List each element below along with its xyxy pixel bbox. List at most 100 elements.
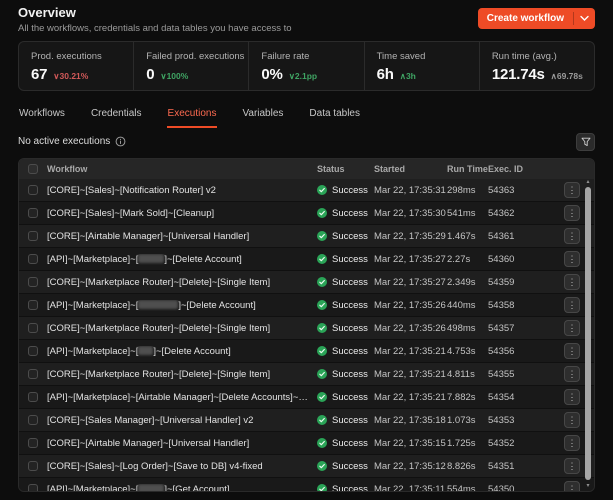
success-icon xyxy=(317,369,327,379)
scrollbar-up-arrow[interactable]: ▴ xyxy=(584,179,592,185)
row-menu-button[interactable]: ⋮ xyxy=(564,458,580,474)
row-checkbox[interactable] xyxy=(28,277,38,287)
status-badge: Success xyxy=(317,438,374,449)
table-row[interactable]: [CORE]~[Marketplace Router]~[Delete]~[Si… xyxy=(19,362,594,385)
row-checkbox[interactable] xyxy=(28,254,38,264)
status-badge: Success xyxy=(317,484,374,493)
row-checkbox[interactable] xyxy=(28,461,38,471)
success-icon xyxy=(317,415,327,425)
stat-label: Run time (avg.) xyxy=(492,51,582,62)
header-checkbox-cell xyxy=(19,164,47,174)
scrollbar-thumb[interactable] xyxy=(585,187,591,480)
row-checkbox[interactable] xyxy=(28,438,38,448)
create-workflow-button[interactable]: Create workflow xyxy=(478,8,595,29)
row-checkbox[interactable] xyxy=(28,392,38,402)
tab-data-tables[interactable]: Data tables xyxy=(308,108,361,128)
tab-executions[interactable]: Executions xyxy=(167,108,218,128)
exec-id: 54362 xyxy=(488,208,528,219)
exec-id: 54363 xyxy=(488,185,528,196)
run-time: 1.467s xyxy=(447,231,488,242)
status-text: Success xyxy=(332,185,368,196)
table-row[interactable]: [CORE]~[Sales]~[Notification Router] v2 … xyxy=(19,179,594,201)
tab-workflows[interactable]: Workflows xyxy=(18,108,66,128)
row-menu-button[interactable]: ⋮ xyxy=(564,274,580,290)
row-menu-button[interactable]: ⋮ xyxy=(564,343,580,359)
row-menu-button[interactable]: ⋮ xyxy=(564,182,580,198)
row-menu-button[interactable]: ⋮ xyxy=(564,366,580,382)
run-time: 298ms xyxy=(447,185,488,196)
table-scrollbar[interactable]: ▴ ▾ xyxy=(584,179,592,489)
status-text: Success xyxy=(332,461,368,472)
table-row[interactable]: [API]~[Marketplace]~[]~[Get Account] Suc… xyxy=(19,477,594,492)
status-text: Success xyxy=(332,254,368,265)
row-checkbox-cell xyxy=(19,392,47,402)
row-checkbox[interactable] xyxy=(28,208,38,218)
select-all-checkbox[interactable] xyxy=(28,164,38,174)
table-row[interactable]: [CORE]~[Sales]~[Log Order]~[Save to DB] … xyxy=(19,454,594,477)
row-checkbox-cell xyxy=(19,254,47,264)
started-time: Mar 22, 17:35:15 xyxy=(374,438,447,449)
workflow-name: [API]~[Marketplace]~[Airtable Manager]~[… xyxy=(47,392,317,403)
row-checkbox-cell xyxy=(19,461,47,471)
stats-bar: Prod. executions 67 ∨30.21% Failed prod.… xyxy=(18,41,595,91)
table-row[interactable]: [API]~[Marketplace]~[Airtable Manager]~[… xyxy=(19,385,594,408)
row-checkbox-cell xyxy=(19,300,47,310)
exec-id: 54358 xyxy=(488,300,528,311)
create-workflow-label[interactable]: Create workflow xyxy=(478,13,573,24)
run-time: 8.826s xyxy=(447,461,488,472)
row-menu-button[interactable]: ⋮ xyxy=(564,320,580,336)
row-checkbox[interactable] xyxy=(28,369,38,379)
row-checkbox[interactable] xyxy=(28,231,38,241)
success-icon xyxy=(317,185,327,195)
table-row[interactable]: [CORE]~[Marketplace Router]~[Delete]~[Si… xyxy=(19,316,594,339)
row-checkbox[interactable] xyxy=(28,185,38,195)
row-checkbox[interactable] xyxy=(28,484,38,492)
active-executions-text: No active executions xyxy=(18,136,110,147)
stat-card: Run time (avg.) 121.74s ∧69.78s xyxy=(479,42,594,90)
filter-button[interactable] xyxy=(576,133,595,151)
table-row[interactable]: [CORE]~[Airtable Manager]~[Universal Han… xyxy=(19,224,594,247)
create-workflow-dropdown[interactable] xyxy=(574,15,595,22)
exec-id: 54353 xyxy=(488,415,528,426)
status-text: Success xyxy=(332,438,368,449)
row-menu-button[interactable]: ⋮ xyxy=(564,389,580,405)
status-text: Success xyxy=(332,484,368,493)
exec-id: 54354 xyxy=(488,392,528,403)
exec-id: 54360 xyxy=(488,254,528,265)
row-checkbox[interactable] xyxy=(28,323,38,333)
row-menu-button[interactable]: ⋮ xyxy=(564,481,580,492)
table-row[interactable]: [CORE]~[Sales]~[Mark Sold]~[Cleanup] Suc… xyxy=(19,201,594,224)
column-header-workflow: Workflow xyxy=(47,164,317,174)
table-row[interactable]: [CORE]~[Marketplace Router]~[Delete]~[Si… xyxy=(19,270,594,293)
redacted-text xyxy=(138,300,178,309)
table-row[interactable]: [API]~[Marketplace]~[]~[Delete Account] … xyxy=(19,293,594,316)
started-time: Mar 22, 17:35:27 xyxy=(374,277,447,288)
workflow-name: [CORE]~[Airtable Manager]~[Universal Han… xyxy=(47,231,317,242)
status-badge: Success xyxy=(317,346,374,357)
success-icon xyxy=(317,346,327,356)
page-title: Overview xyxy=(18,5,292,20)
row-checkbox[interactable] xyxy=(28,346,38,356)
tab-credentials[interactable]: Credentials xyxy=(90,108,143,128)
executions-table: Workflow Status Started Run Time Exec. I… xyxy=(18,158,595,492)
run-time: 2.349s xyxy=(447,277,488,288)
run-time: 4.753s xyxy=(447,346,488,357)
row-checkbox[interactable] xyxy=(28,300,38,310)
table-row[interactable]: [API]~[Marketplace]~[]~[Delete Account] … xyxy=(19,247,594,270)
tab-variables[interactable]: Variables xyxy=(241,108,284,128)
row-menu-button[interactable]: ⋮ xyxy=(564,228,580,244)
row-menu-button[interactable]: ⋮ xyxy=(564,251,580,267)
row-menu-button[interactable]: ⋮ xyxy=(564,297,580,313)
status-badge: Success xyxy=(317,415,374,426)
status-badge: Success xyxy=(317,231,374,242)
row-checkbox[interactable] xyxy=(28,415,38,425)
table-row[interactable]: [CORE]~[Airtable Manager]~[Universal Han… xyxy=(19,431,594,454)
scrollbar-down-arrow[interactable]: ▾ xyxy=(584,483,592,489)
table-row[interactable]: [CORE]~[Sales Manager]~[Universal Handle… xyxy=(19,408,594,431)
info-icon[interactable] xyxy=(115,136,126,147)
row-menu-button[interactable]: ⋮ xyxy=(564,435,580,451)
row-menu-button[interactable]: ⋮ xyxy=(564,412,580,428)
table-row[interactable]: [API]~[Marketplace]~[]~[Delete Account] … xyxy=(19,339,594,362)
row-menu-button[interactable]: ⋮ xyxy=(564,205,580,221)
tab-bar: Workflows Credentials Executions Variables D… xyxy=(18,108,595,128)
